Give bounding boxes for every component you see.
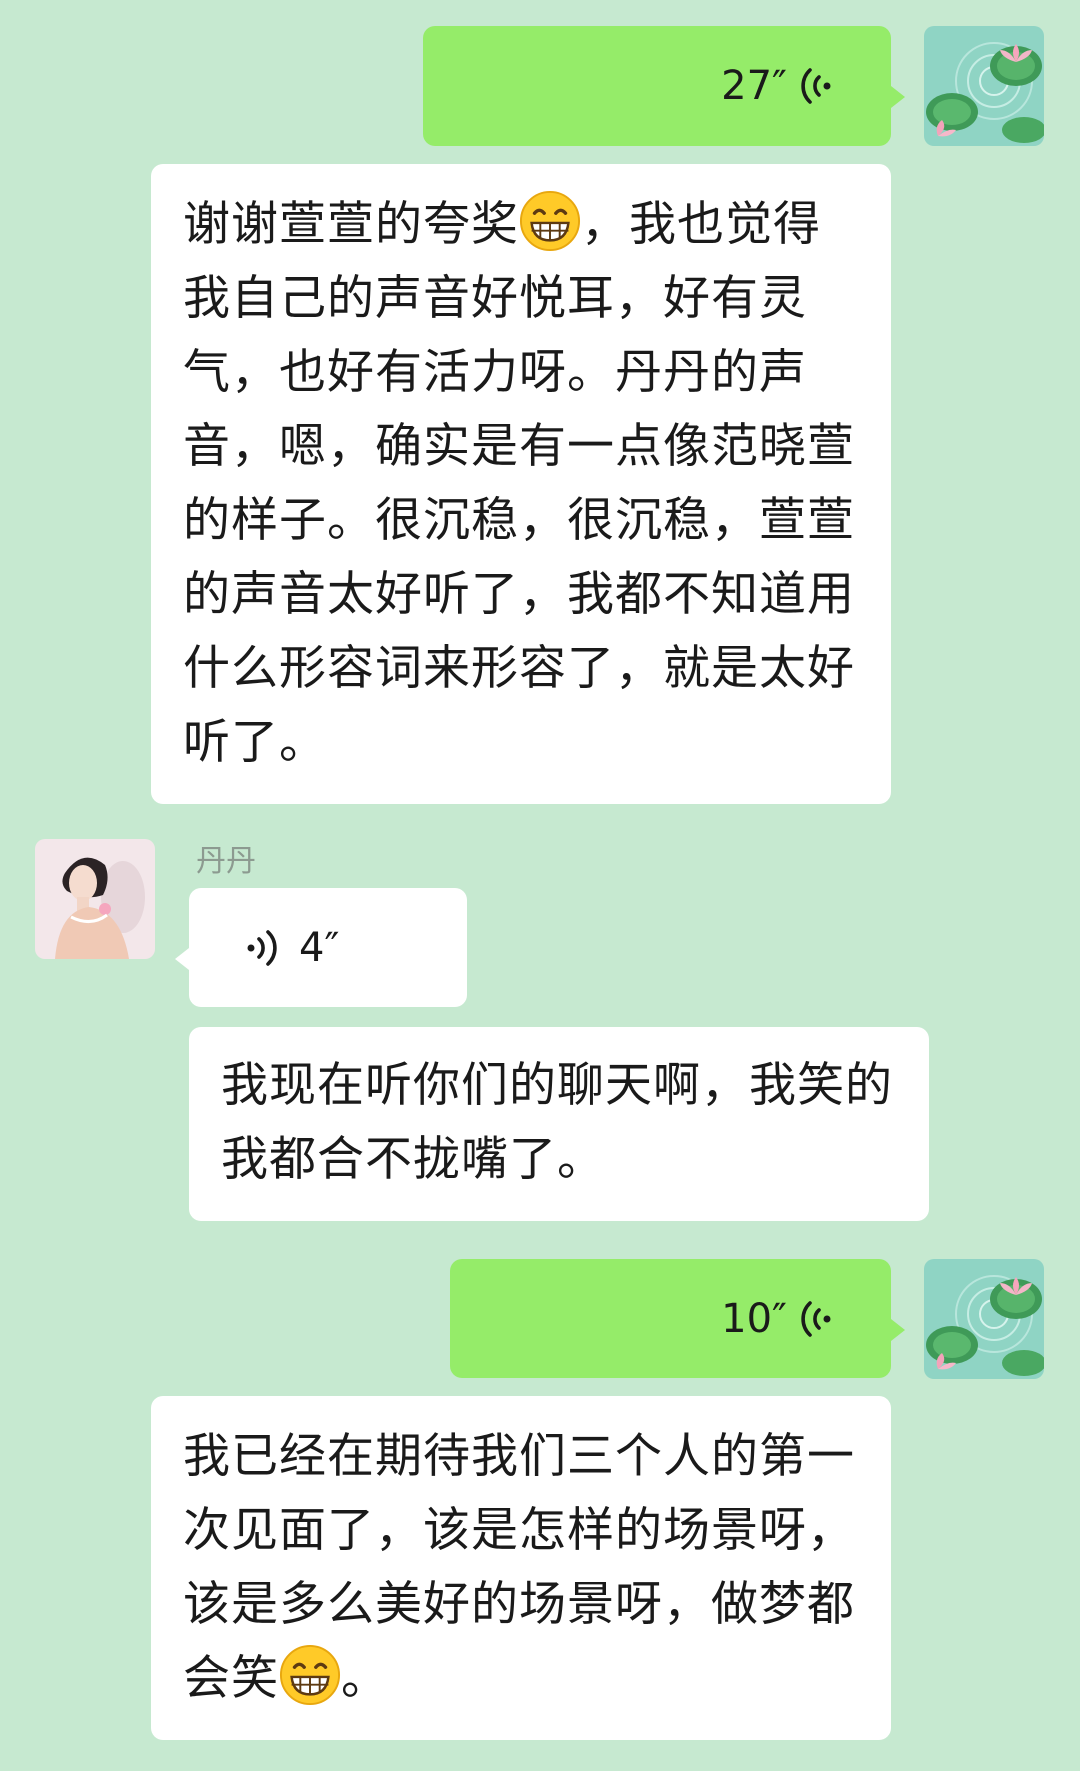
voice-duration: 10″	[721, 1296, 787, 1342]
message-text-part: ，我也觉得我自己的声音好悦耳，好有灵气，也好有活力呀。丹丹的声音，嗯，确实是有一…	[183, 197, 855, 770]
lotus-pond-avatar[interactable]	[924, 1259, 1044, 1379]
message-text-part: 。	[341, 1651, 389, 1706]
voice-duration: 27″	[721, 63, 787, 109]
voice-wave-icon	[797, 1299, 837, 1339]
message-text: 谢谢萱萱的夸奖 ，我也觉得我自己的声音好悦耳，好有灵气，也好有活力呀。丹丹的声音，…	[183, 188, 861, 780]
message-text: 我已经在期待我们三个人的第一次见面了，该是怎样的场景呀，该是多么美好的场景呀，做…	[183, 1420, 861, 1716]
bubble-tail	[891, 86, 905, 108]
message-text: 我现在听你们的聊天啊，我笑的我都合不拢嘴了。	[221, 1058, 893, 1187]
transcript-bubble[interactable]: 谢谢萱萱的夸奖 ，我也觉得我自己的声音好悦耳，好有灵气，也好有活力呀。丹丹的声音，…	[151, 164, 891, 804]
transcript-bubble[interactable]: 我已经在期待我们三个人的第一次见面了，该是怎样的场景呀，该是多么美好的场景呀，做…	[151, 1396, 891, 1740]
voice-duration: 4″	[299, 925, 340, 971]
lotus-pond-avatar[interactable]	[924, 26, 1044, 146]
grinning-face-emoji	[279, 1644, 341, 1706]
bubble-tail	[891, 1319, 905, 1341]
transcript-bubble[interactable]: 我现在听你们的聊天啊，我笑的我都合不拢嘴了。	[189, 1027, 929, 1221]
voice-message-bubble[interactable]: 4″	[175, 888, 467, 1007]
voice-message-bubble[interactable]: 27″	[423, 26, 905, 146]
grinning-face-emoji	[519, 190, 581, 252]
woman-portrait-avatar[interactable]	[35, 839, 155, 959]
voice-wave-icon	[797, 66, 837, 106]
voice-message-bubble[interactable]: 10″	[450, 1259, 905, 1378]
bubble-tail	[175, 948, 189, 970]
message-text-part: 谢谢萱萱的夸奖	[183, 197, 519, 252]
voice-wave-icon	[241, 928, 281, 968]
sender-name: 丹丹	[196, 844, 256, 879]
